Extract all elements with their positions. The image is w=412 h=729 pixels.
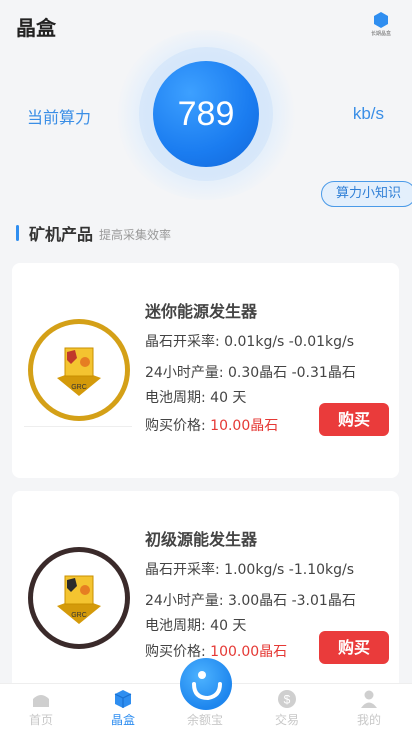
product-name: 迷你能源发生器 (145, 302, 258, 321)
product-card: GRC 迷你能源发生器 晶石开采率: 0.01kg/s -0.01kg/s 24… (12, 263, 399, 478)
yuebao-fab[interactable] (180, 658, 232, 710)
yuebao-icon (192, 671, 222, 701)
hashrate-unit: kb/s (352, 104, 384, 123)
divider (24, 426, 132, 427)
logo-text: GRC (71, 612, 87, 619)
user-icon (361, 690, 377, 708)
tab-trade[interactable]: $ 交易 (246, 684, 328, 729)
purchase-price: 购买价格: 100.00晶石 (145, 641, 287, 661)
hashrate-circle: 789 (153, 61, 259, 167)
battery-cycle: 电池周期: 40 天 (145, 390, 247, 406)
section-subtitle: 提高采集效率 (99, 227, 172, 242)
hashrate-value: 789 (177, 94, 235, 133)
purchase-price: 购买价格: 10.00晶石 (145, 415, 278, 435)
product-name: 初级源能发生器 (145, 530, 258, 549)
mining-rate: 晶石开采率: 0.01kg/s -0.01kg/s (145, 334, 355, 350)
svg-text:$: $ (284, 693, 291, 707)
daily-output: 24小时产量: 3.00晶石 -3.01晶石 (145, 593, 356, 609)
price-value: 100.00晶石 (210, 644, 288, 660)
mining-rate: 晶石开采率: 1.00kg/s -1.10kg/s (145, 562, 355, 578)
tab-label: 我的 (356, 713, 381, 727)
daily-output: 24小时产量: 0.30晶石 -0.31晶石 (145, 365, 356, 381)
price-value: 10.00晶石 (210, 418, 279, 434)
section-header: 矿机产品 提高采集效率 (16, 222, 171, 244)
grc-logo-icon: GRC (57, 347, 101, 396)
price-label: 购买价格: (145, 418, 211, 434)
dollar-icon: $ (278, 690, 296, 708)
box-icon (114, 690, 132, 708)
product-logo: GRC (28, 547, 130, 649)
grc-logo-icon: GRC (57, 575, 101, 624)
tab-label: 晶盒 (110, 713, 135, 727)
tab-label: 首页 (28, 713, 53, 727)
buy-button[interactable]: 购买 (319, 631, 389, 664)
logo-text: GRC (71, 384, 87, 391)
battery-cycle: 电池周期: 40 天 (145, 618, 247, 634)
tab-home[interactable]: 首页 (0, 684, 82, 729)
hashrate-panel: 当前算力 789 kb/s (0, 30, 412, 200)
home-icon (33, 695, 49, 707)
tab-crystal-box[interactable]: 晶盒 (82, 684, 164, 729)
section-accent-bar (16, 225, 19, 241)
tab-mine[interactable]: 我的 (328, 684, 410, 729)
tab-label: 余额宝 (186, 713, 223, 727)
hashrate-label: 当前算力 (27, 108, 92, 127)
tab-label: 交易 (274, 713, 299, 727)
section-title: 矿机产品 (29, 225, 94, 244)
hashrate-knowledge-button[interactable]: 算力小知识 (320, 181, 412, 207)
buy-button[interactable]: 购买 (319, 403, 389, 436)
product-logo: GRC (28, 319, 130, 421)
